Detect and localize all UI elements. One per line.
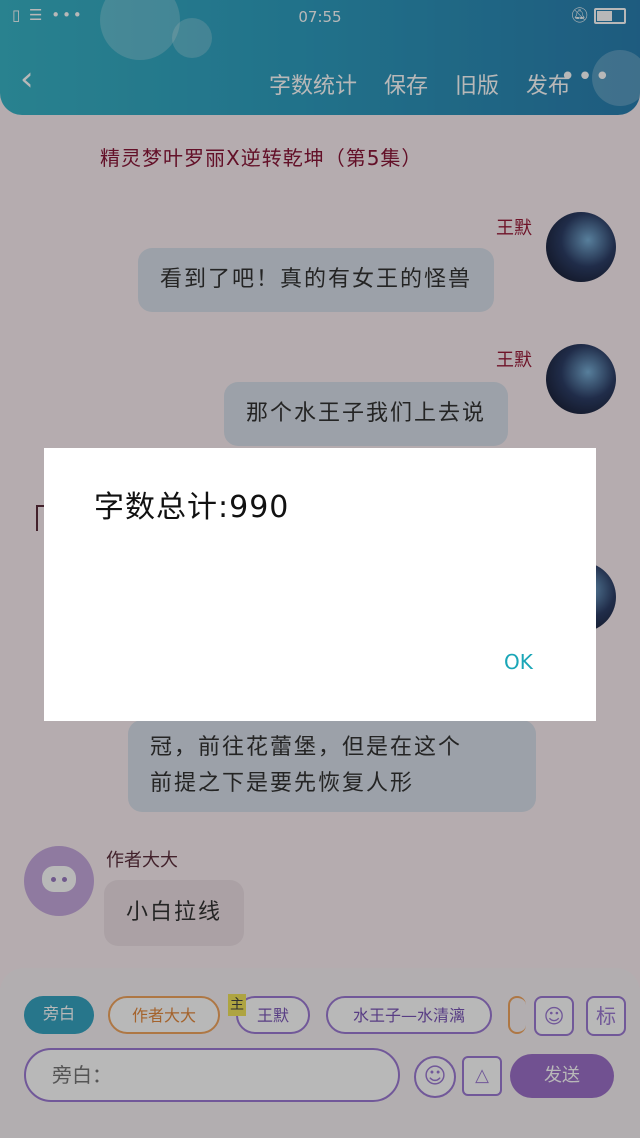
dialog-message: 字数总计:990 bbox=[94, 490, 290, 525]
word-count-dialog: 字数总计:990 OK bbox=[44, 448, 596, 721]
screen: ▯ ☰ ••• 07:55 🔕︎ ‹ 字数统计 保存 旧版 发布 ••• 精灵梦… bbox=[0, 0, 640, 1138]
ok-button[interactable]: OK bbox=[504, 650, 533, 674]
